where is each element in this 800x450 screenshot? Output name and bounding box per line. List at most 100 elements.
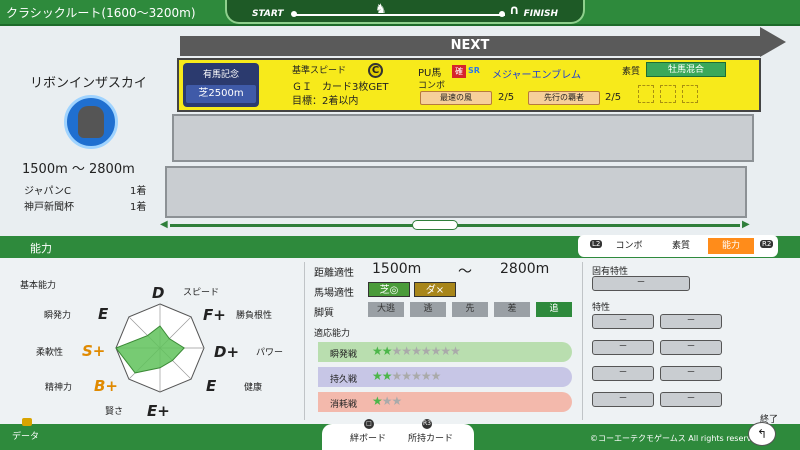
- star-empty-icon: ★: [401, 344, 412, 358]
- kaku-icon: 確: [452, 65, 466, 78]
- distance-max: 2800m: [500, 261, 550, 277]
- distance-range: 1500m ～ 2800m: [22, 162, 135, 177]
- combo-label: コンボ: [418, 81, 446, 91]
- adapt-name: 消耗戦: [330, 400, 358, 410]
- trait-slot[interactable]: －: [660, 314, 722, 329]
- stat-power: パワー: [256, 348, 284, 358]
- empty-slot: [682, 85, 698, 103]
- leg-tag: 大逃: [368, 302, 404, 317]
- leg-tag: 逃: [410, 302, 446, 317]
- future-race-card[interactable]: [172, 114, 754, 162]
- unique-trait-slot[interactable]: －: [592, 276, 690, 291]
- star-empty-icon: ★: [430, 344, 442, 358]
- record-race: ジャパンC: [24, 186, 71, 197]
- race-box: 有馬記念 芝2500m: [183, 63, 259, 107]
- l2-hint: L2: [590, 240, 603, 248]
- star-filled-icon: ★: [381, 369, 393, 383]
- jockey-icon: ♞: [375, 2, 387, 17]
- panel-divider: [304, 262, 305, 420]
- race-course: 芝2500m: [186, 85, 256, 103]
- star-empty-icon: ★: [381, 394, 393, 408]
- horseshoe-icon: ∩: [509, 3, 520, 18]
- stat-flexibility: 柔軟性: [36, 348, 64, 358]
- record-result: 1着: [130, 202, 147, 213]
- stat-health: 健康: [244, 383, 263, 393]
- stat-burst: 瞬発力: [44, 311, 72, 321]
- tab-combo[interactable]: コンボ: [606, 238, 652, 254]
- data-icon: [22, 418, 32, 426]
- tab-ability[interactable]: 能力: [708, 238, 754, 254]
- trait-slot[interactable]: －: [660, 392, 722, 407]
- trait-slot[interactable]: －: [660, 366, 722, 381]
- record-race: 神戸新聞杯: [24, 202, 74, 213]
- turf-aptitude: 芝◎: [368, 282, 410, 297]
- scroll-right-icon[interactable]: ▶: [742, 219, 750, 230]
- star-empty-icon: ★: [411, 369, 422, 383]
- stat-speed: スピード: [183, 288, 220, 298]
- grade-guts: F+: [203, 306, 226, 324]
- center-buttons: □ 絆ボード R3 所持カード: [322, 419, 474, 450]
- star-empty-icon: ★: [391, 369, 403, 383]
- race-progress-bar: START ♞ ∩ FINISH: [225, 0, 585, 24]
- star-empty-icon: ★: [430, 369, 442, 383]
- trait-slot[interactable]: －: [592, 314, 654, 329]
- star-filled-icon: ★: [381, 344, 393, 358]
- copyright: ©コーエーテクモゲームス All rights reserved.: [590, 434, 764, 443]
- next-header: NEXT: [180, 36, 760, 56]
- trait-list-label: 特性: [592, 303, 611, 313]
- bond-board-button[interactable]: 絆ボード: [350, 431, 386, 444]
- adapt-name: 瞬発戦: [330, 350, 358, 360]
- distance-min: 1500m: [372, 261, 422, 277]
- grade-mental: B+: [94, 377, 119, 395]
- star-filled-icon: ★: [372, 369, 383, 383]
- panel-divider: [582, 262, 583, 420]
- empty-slot: [660, 85, 676, 103]
- start-label: START: [252, 9, 284, 19]
- trait-slot[interactable]: －: [592, 366, 654, 381]
- trait-label: 素質: [622, 67, 641, 77]
- data-button[interactable]: データ: [6, 428, 58, 446]
- horse-head-icon: [78, 106, 104, 138]
- tab-trait[interactable]: 素質: [658, 238, 704, 254]
- horse-name: リボンインザスカイ: [30, 76, 147, 91]
- leg-tag: 先: [452, 302, 488, 317]
- leg-tag: 差: [494, 302, 530, 317]
- star-empty-icon: ★: [420, 344, 432, 358]
- ability-radar-chart: [115, 303, 205, 393]
- stat-guts: 勝負根性: [236, 311, 273, 321]
- back-icon[interactable]: ↰: [748, 422, 776, 446]
- route-title: クラシックルート(1600～3200m): [6, 6, 196, 20]
- grade-speed: D: [152, 284, 165, 302]
- stat-wisdom: 賢さ: [105, 407, 124, 417]
- base-speed-label: 基準スピード: [292, 66, 347, 76]
- base-speed-grade: C: [368, 63, 383, 78]
- star-empty-icon: ★: [391, 344, 403, 358]
- adapt-stars: ★★★: [372, 394, 402, 408]
- race-name: 有馬記念: [202, 70, 239, 80]
- star-empty-icon: ★: [440, 344, 451, 358]
- scroll-left-icon[interactable]: ◀: [160, 219, 168, 230]
- trait-slot[interactable]: －: [592, 392, 654, 407]
- trait-value: 牡馬混合: [646, 62, 726, 77]
- grade-burst: E: [98, 305, 109, 323]
- ability-tabs: L2 コンボ 素質 能力 R2: [578, 235, 778, 257]
- future-race-card[interactable]: [165, 166, 747, 218]
- combo-count: 2/5: [498, 92, 515, 103]
- ability-title: 能力: [30, 242, 52, 255]
- grade-health: E: [206, 377, 217, 395]
- adapt-name: 持久戦: [330, 375, 358, 385]
- race-goal: 目標：2着以内: [292, 96, 359, 107]
- trait-slot[interactable]: －: [660, 340, 722, 355]
- adapt-label: 適応能力: [314, 329, 351, 339]
- cards-button[interactable]: 所持カード: [408, 431, 453, 444]
- scroll-knob[interactable]: [412, 220, 458, 230]
- star-filled-icon: ★: [372, 344, 383, 358]
- combo-count: 2/5: [605, 92, 622, 103]
- basic-ability-title: 基本能力: [20, 281, 57, 291]
- square-button-icon: □: [364, 419, 374, 429]
- distance-aptitude-label: 距離適性: [314, 268, 354, 279]
- empty-slot: [638, 85, 654, 103]
- trait-slot[interactable]: －: [592, 340, 654, 355]
- grade-flexibility: S+: [82, 342, 106, 360]
- grade-power: D+: [214, 343, 240, 361]
